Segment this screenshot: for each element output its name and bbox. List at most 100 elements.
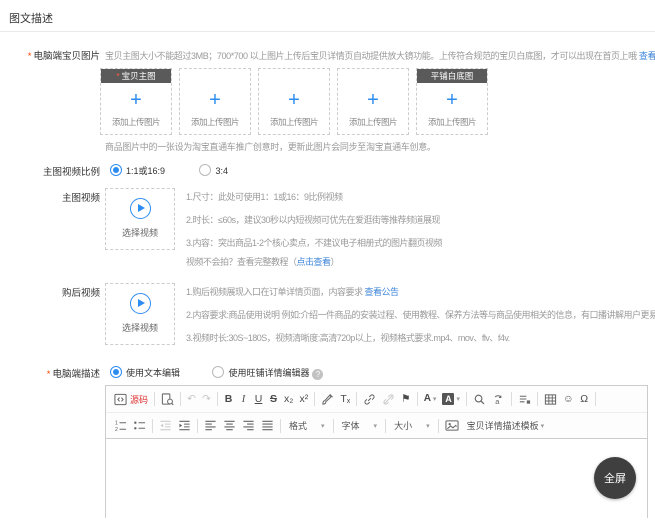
link-button[interactable] (360, 390, 379, 408)
upload-box-white-bg[interactable]: 平铺白底图 + 添加上传图片 (416, 68, 488, 135)
underline-button[interactable]: U (251, 390, 266, 408)
svg-text:2: 2 (115, 427, 118, 432)
align-right-icon (242, 419, 255, 432)
toolbar-separator (280, 419, 281, 433)
detail-template-dropdown[interactable]: 宝贝详情描述模板▾ (462, 419, 550, 432)
radio-label: 使用文本编辑 (126, 368, 180, 378)
strikethrough-button[interactable]: S (266, 390, 281, 408)
upload-box-4[interactable]: + 添加上传图片 (337, 68, 409, 135)
upload-box-main-image[interactable]: *宝贝主图 + 添加上传图片 (100, 68, 172, 135)
plus-icon: + (259, 90, 329, 110)
replace-button[interactable]: a (489, 390, 508, 408)
align-right-button[interactable] (239, 417, 258, 435)
source-code-icon (114, 393, 127, 406)
show-blocks-icon (518, 393, 531, 406)
radio-ratio-1-1-or-16-9[interactable] (110, 164, 122, 176)
main-video-hint-1: 1.尺寸：此处可使用1：1或16：9比例视频 (186, 190, 343, 203)
choose-after-sale-video-box[interactable]: 选择视频 (105, 283, 175, 345)
unlink-button[interactable] (379, 390, 398, 408)
upload-label: 添加上传图片 (101, 116, 171, 128)
outdent-button[interactable] (156, 417, 175, 435)
emoji-button[interactable]: ☺ (560, 390, 577, 408)
text-color-icon: A (424, 393, 431, 406)
plus-icon: + (101, 90, 171, 110)
upload-label: 添加上传图片 (259, 116, 329, 128)
italic-button[interactable]: I (236, 390, 251, 408)
item-description-page: 图文描述 *电脑端宝贝图片 宝贝主图大小不能超过3MB；700*700 以上图片… (0, 0, 655, 527)
undo-icon: ↶ (187, 393, 196, 405)
search-icon (473, 393, 486, 406)
after-sale-hint-2: 2.内容要求:商品使用说明 例如:介绍一件商品的安装过程、使用教程、保养方法等与… (186, 308, 655, 321)
upload-label: 添加上传图片 (338, 116, 408, 128)
anchor-flag-button[interactable]: ⚑ (398, 390, 413, 408)
choose-video-label: 选择视频 (106, 226, 174, 239)
image-icon (445, 419, 459, 432)
editor-content-area[interactable] (106, 439, 647, 519)
toolbar-separator (197, 419, 198, 433)
smiley-icon: ☺ (563, 393, 574, 405)
format-painter-button[interactable] (318, 390, 337, 408)
upload-box-3[interactable]: + 添加上传图片 (258, 68, 330, 135)
main-video-hint-3: 3.内容：突出商品1-2个核心卖点，不建议电子相册式的图片翻页视频 (186, 236, 442, 249)
special-char-button[interactable]: Ω (577, 390, 592, 408)
upload-box-2[interactable]: + 添加上传图片 (179, 68, 251, 135)
rich-text-editor: 源码 ↶ ↷ B I U S x₂ x² Tx (105, 385, 648, 518)
table-icon (544, 393, 557, 406)
size-dropdown[interactable]: 大小▾ (389, 419, 435, 432)
toolbar-separator (466, 392, 467, 406)
radio-wangpu-editor[interactable] (212, 366, 224, 378)
background-color-icon: A (442, 393, 454, 405)
insert-image-button[interactable] (442, 417, 462, 435)
radio-label: 使用旺铺详情编辑器 (228, 368, 309, 378)
undo-button[interactable]: ↶ (184, 390, 199, 408)
radio-label: 1:1或16:9 (126, 166, 165, 176)
chevron-down-icon: ▾ (374, 422, 378, 430)
ztc-sync-note: 商品图片中的一张设为淘宝直通车推广创意时，更新此图片会同步至淘宝直通车创意。 (105, 140, 436, 153)
flag-icon: ⚑ (401, 393, 410, 405)
bold-button[interactable]: B (221, 390, 236, 408)
show-blocks-button[interactable] (515, 390, 534, 408)
toolbar-separator (511, 392, 512, 406)
align-justify-button[interactable] (258, 417, 277, 435)
align-center-button[interactable] (220, 417, 239, 435)
chevron-down-icon: ▾ (426, 422, 430, 430)
view-announcement-link[interactable]: 查看公告 (365, 287, 399, 297)
redo-button[interactable]: ↷ (199, 390, 214, 408)
svg-text:a: a (495, 397, 500, 406)
click-view-link[interactable]: 点击查看 (297, 257, 331, 267)
subscript-button[interactable]: x₂ (281, 390, 296, 408)
source-code-label: 源码 (130, 393, 148, 406)
superscript-button[interactable]: x² (296, 390, 311, 408)
source-code-button[interactable]: 源码 (111, 390, 151, 408)
background-color-button[interactable]: A▾ (439, 390, 463, 408)
font-dropdown[interactable]: 字体▾ (337, 419, 383, 432)
help-icon[interactable]: ? (312, 369, 323, 380)
toolbar-separator (333, 419, 334, 433)
plus-icon: + (180, 90, 250, 110)
toolbar-separator (356, 392, 357, 406)
table-button[interactable] (541, 390, 560, 408)
fullscreen-button[interactable]: 全屏 (594, 457, 636, 499)
view-spec-link[interactable]: 查看规范 (639, 51, 655, 61)
ordered-list-button[interactable]: 12 (111, 417, 130, 435)
bullet-list-button[interactable] (130, 417, 149, 435)
text-color-button[interactable]: A▾ (421, 390, 440, 408)
after-sale-hint-1: 1.购后视频展现入口在订单详情页面，内容要求 查看公告 (186, 285, 399, 298)
outdent-icon (159, 419, 172, 432)
remove-format-button[interactable]: Tx (337, 390, 353, 408)
chevron-down-icon: ▾ (321, 422, 325, 430)
toolbar-separator (595, 392, 596, 406)
indent-button[interactable] (175, 417, 194, 435)
align-justify-icon (261, 419, 274, 432)
format-dropdown[interactable]: 格式▾ (284, 419, 330, 432)
radio-text-editor[interactable] (110, 366, 122, 378)
unlink-icon (382, 393, 395, 406)
search-button[interactable] (470, 390, 489, 408)
toolbar-separator (154, 392, 155, 406)
align-left-icon (204, 419, 217, 432)
preview-button[interactable] (158, 390, 177, 408)
align-left-button[interactable] (201, 417, 220, 435)
radio-ratio-3-4[interactable] (199, 164, 211, 176)
choose-main-video-box[interactable]: 选择视频 (105, 188, 175, 250)
plus-icon: + (338, 90, 408, 110)
